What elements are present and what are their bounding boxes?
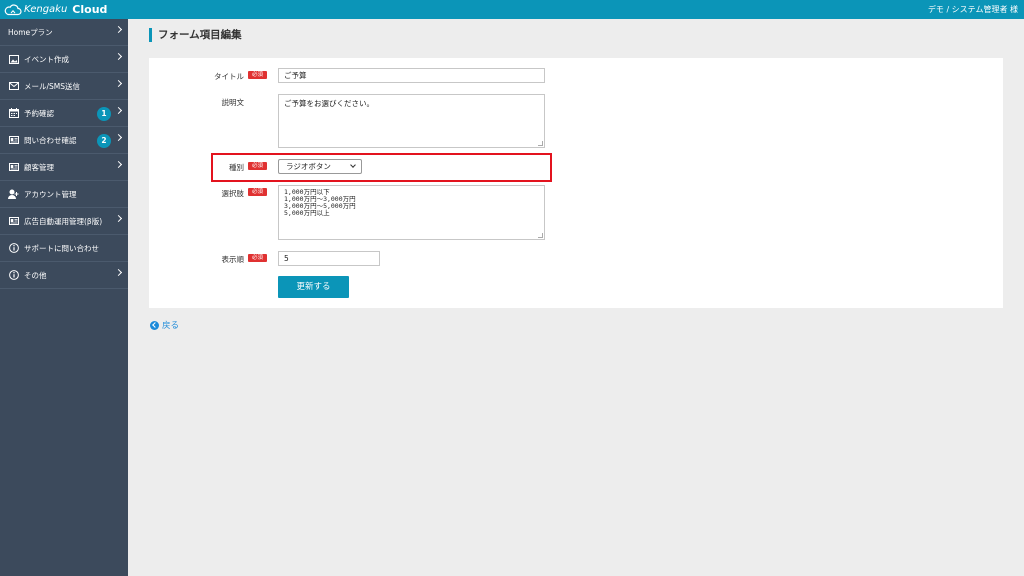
title-label: タイトル <box>214 72 244 81</box>
sidebar-item-home-plan[interactable]: Homeプラン <box>0 19 128 46</box>
brand-logo[interactable]: Kengaku Cloud <box>4 2 107 17</box>
sidebar-item-inquiries[interactable]: 問い合わせ確認 2 <box>0 127 128 154</box>
sidebar-item-label: 広告自動運用管理(β版) <box>24 216 103 226</box>
description-textarea[interactable]: ご予算をお選びください。 <box>278 94 545 148</box>
chevron-right-icon <box>114 268 123 277</box>
sidebar-item-support[interactable]: サポートに問い合わせ <box>0 235 128 262</box>
page-title: フォーム項目編集 <box>149 28 242 42</box>
description-text: ご予算をお選びください。 <box>284 99 374 108</box>
required-badge: 必須 <box>248 254 267 262</box>
required-badge: 必須 <box>248 188 267 196</box>
sidebar-item-label: 問い合わせ確認 <box>24 135 77 145</box>
chevron-right-icon <box>114 52 123 61</box>
user-menu[interactable]: デモ / システム管理者 様 <box>928 4 1018 15</box>
brand-name-b: Cloud <box>72 3 108 16</box>
choices-textarea[interactable]: 1,000万円以下 1,000万円～3,000万円 3,000万円～5,000万… <box>278 185 545 240</box>
chevron-right-icon <box>114 214 123 223</box>
id-card-icon <box>8 162 19 173</box>
cloud-logo-icon <box>4 3 22 15</box>
chevron-right-icon <box>114 79 123 88</box>
id-card-icon <box>8 216 19 227</box>
back-link[interactable]: 戻る <box>150 319 179 331</box>
sidebar: Homeプラン イベント作成 メール/SMS送信 予約確認 1 問い合わせ確認 … <box>0 19 128 576</box>
choice-line: 5,000万円以上 <box>284 209 330 217</box>
info-icon <box>8 270 19 281</box>
sidebar-item-mail-sms[interactable]: メール/SMS送信 <box>0 73 128 100</box>
sidebar-item-label: Homeプラン <box>8 27 53 37</box>
sidebar-item-customers[interactable]: 顧客管理 <box>0 154 128 181</box>
back-arrow-icon <box>150 320 159 330</box>
user-icon <box>8 189 19 200</box>
notification-badge: 1 <box>97 107 111 121</box>
choices-label: 選択肢 <box>221 189 245 198</box>
sidebar-item-label: イベント作成 <box>24 54 69 64</box>
sidebar-item-label: 顧客管理 <box>24 162 54 172</box>
calendar-icon <box>8 108 19 119</box>
order-label: 表示順 <box>221 255 245 264</box>
sidebar-item-accounts[interactable]: アカウント管理 <box>0 181 128 208</box>
top-bar: Kengaku Cloud デモ / システム管理者 様 <box>0 0 1024 19</box>
sidebar-item-label: メール/SMS送信 <box>24 81 81 91</box>
sidebar-item-label: サポートに問い合わせ <box>24 243 99 253</box>
sidebar-item-label: その他 <box>24 270 47 280</box>
description-label: 説明文 <box>221 98 245 107</box>
sidebar-item-ad-automation[interactable]: 広告自動運用管理(β版) <box>0 208 128 235</box>
back-link-label: 戻る <box>162 321 180 331</box>
resize-handle-icon[interactable] <box>538 233 543 238</box>
chevron-right-icon <box>114 106 123 115</box>
highlight-box <box>211 153 552 182</box>
brand-name-a: Kengaku <box>24 4 68 15</box>
title-input[interactable]: ご予算 <box>278 68 545 83</box>
info-icon <box>8 243 19 254</box>
sidebar-item-event-create[interactable]: イベント作成 <box>0 46 128 73</box>
order-input[interactable]: 5 <box>278 251 380 266</box>
sidebar-item-other[interactable]: その他 <box>0 262 128 289</box>
image-icon <box>8 54 19 65</box>
sidebar-item-label: 予約確認 <box>24 108 54 118</box>
chevron-right-icon <box>114 160 123 169</box>
required-badge: 必須 <box>248 71 267 79</box>
sidebar-item-reservations[interactable]: 予約確認 1 <box>0 100 128 127</box>
envelope-icon <box>8 81 19 92</box>
chevron-right-icon <box>114 133 123 142</box>
notification-badge: 2 <box>97 134 111 148</box>
update-button[interactable]: 更新する <box>278 276 349 298</box>
chevron-right-icon <box>114 25 123 34</box>
resize-handle-icon[interactable] <box>538 141 543 146</box>
id-card-icon <box>8 135 19 146</box>
sidebar-item-label: アカウント管理 <box>24 189 77 199</box>
